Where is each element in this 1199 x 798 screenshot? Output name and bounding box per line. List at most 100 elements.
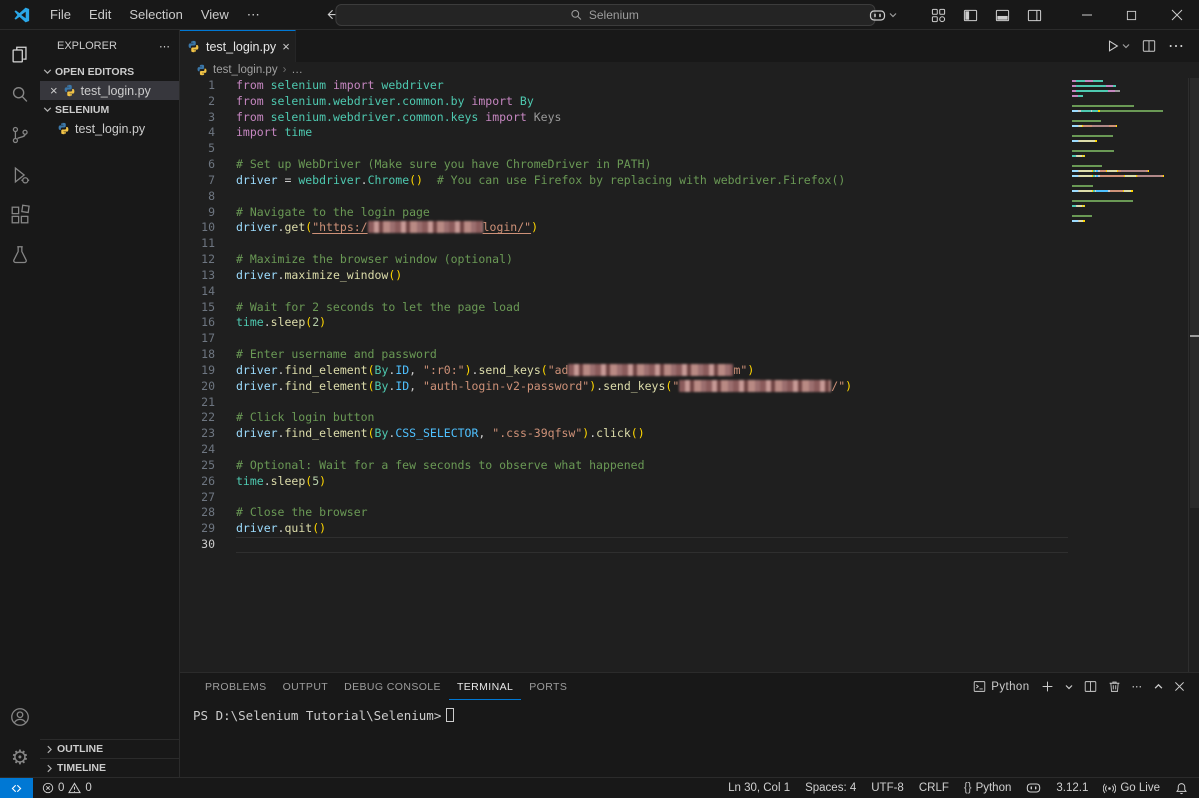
- code-line[interactable]: # Optional: Wait for a few seconds to ob…: [236, 458, 1068, 474]
- panel-tab-ports[interactable]: PORTS: [521, 673, 575, 700]
- code-content[interactable]: from selenium import webdriverfrom selen…: [236, 78, 1068, 672]
- search-icon[interactable]: [0, 75, 40, 115]
- customize-layout-icon[interactable]: [931, 8, 946, 23]
- copilot-status[interactable]: [1026, 782, 1041, 794]
- menu-overflow[interactable]: ⋯: [238, 7, 270, 23]
- code-line[interactable]: [236, 442, 1068, 458]
- folder-section[interactable]: SELENIUM: [40, 100, 179, 119]
- new-terminal-icon[interactable]: [1041, 680, 1054, 693]
- command-center-search[interactable]: Selenium: [335, 4, 875, 26]
- split-editor-icon[interactable]: [1142, 39, 1156, 53]
- problems-status[interactable]: 0 0: [33, 782, 92, 794]
- remote-indicator[interactable]: [0, 778, 33, 798]
- menu-view[interactable]: View: [192, 0, 238, 30]
- breadcrumb[interactable]: test_login.py › …: [180, 62, 1199, 78]
- maximize-button[interactable]: [1109, 0, 1154, 30]
- breadcrumb-separator: ›: [283, 64, 287, 76]
- kill-terminal-icon[interactable]: [1108, 680, 1121, 693]
- code-line[interactable]: driver.maximize_window(): [236, 268, 1068, 284]
- toggle-secondary-sidebar-icon[interactable]: [1027, 8, 1042, 23]
- code-editor[interactable]: 1234567891011121314151617181920212223242…: [180, 78, 1199, 672]
- maximize-panel-icon[interactable]: [1154, 683, 1163, 690]
- split-terminal-icon[interactable]: [1084, 680, 1097, 693]
- terminal-output[interactable]: PS D:\Selenium Tutorial\Selenium>: [180, 700, 1199, 723]
- code-line[interactable]: import time: [236, 125, 1068, 141]
- panel-tab-debug-console[interactable]: DEBUG CONSOLE: [336, 673, 449, 700]
- minimap[interactable]: [1068, 78, 1188, 672]
- extensions-icon[interactable]: [0, 195, 40, 235]
- code-line[interactable]: driver.find_element(By.ID, "auth-login-v…: [236, 379, 1068, 395]
- code-line[interactable]: [236, 331, 1068, 347]
- breadcrumb-file[interactable]: test_login.py: [213, 64, 278, 76]
- code-line[interactable]: [236, 395, 1068, 411]
- breadcrumb-tail[interactable]: …: [291, 64, 303, 76]
- menu-selection[interactable]: Selection: [120, 0, 191, 30]
- code-line[interactable]: [236, 537, 1068, 553]
- code-line[interactable]: [236, 236, 1068, 252]
- code-line[interactable]: time.sleep(5): [236, 474, 1068, 490]
- code-line[interactable]: [236, 490, 1068, 506]
- source-control-icon[interactable]: [0, 115, 40, 155]
- scrollbar[interactable]: [1188, 78, 1199, 672]
- run-and-debug-icon[interactable]: [0, 155, 40, 195]
- open-editors-section[interactable]: OPEN EDITORS: [40, 62, 179, 81]
- code-line[interactable]: # Enter username and password: [236, 347, 1068, 363]
- explorer-icon[interactable]: [0, 35, 40, 75]
- settings-gear-icon[interactable]: ⚙: [0, 737, 40, 777]
- code-line[interactable]: [236, 189, 1068, 205]
- code-line[interactable]: time.sleep(2): [236, 315, 1068, 331]
- more-actions-icon[interactable]: ⋯: [1168, 36, 1185, 56]
- open-editor-item[interactable]: × test_login.py: [40, 81, 179, 100]
- sidebar-more-actions[interactable]: ⋯: [159, 40, 171, 53]
- panel-tab-problems[interactable]: PROBLEMS: [197, 673, 275, 700]
- encoding-status[interactable]: UTF-8: [871, 782, 904, 794]
- more-icon[interactable]: ⋯: [1132, 681, 1144, 693]
- toggle-panel-icon[interactable]: [995, 8, 1010, 23]
- run-button[interactable]: [1106, 39, 1130, 53]
- code-line[interactable]: # Set up WebDriver (Make sure you have C…: [236, 157, 1068, 173]
- toggle-sidebar-icon[interactable]: [963, 8, 978, 23]
- account-icon[interactable]: [0, 697, 40, 737]
- code-line[interactable]: # Click login button: [236, 410, 1068, 426]
- code-line[interactable]: # Maximize the browser window (optional): [236, 252, 1068, 268]
- file-item[interactable]: test_login.py: [40, 119, 179, 138]
- panel-tab-output[interactable]: OUTPUT: [275, 673, 337, 700]
- scrollbar-slider[interactable]: [1190, 78, 1199, 508]
- close-window-button[interactable]: [1154, 0, 1199, 30]
- cursor-position-status[interactable]: Ln 30, Col 1: [728, 782, 790, 794]
- code-line[interactable]: driver.quit(): [236, 521, 1068, 537]
- python-version-status[interactable]: 3.12.1: [1056, 782, 1088, 794]
- code-line[interactable]: from selenium.webdriver.common.by import…: [236, 94, 1068, 110]
- code-line[interactable]: [236, 141, 1068, 157]
- code-line[interactable]: [236, 284, 1068, 300]
- menu-edit[interactable]: Edit: [80, 0, 120, 30]
- minimize-button[interactable]: [1064, 0, 1109, 30]
- tab-test-login[interactable]: test_login.py ×: [180, 30, 296, 62]
- testing-icon[interactable]: [0, 235, 40, 275]
- code-line[interactable]: # Close the browser: [236, 505, 1068, 521]
- bell-icon[interactable]: [1175, 782, 1188, 795]
- code-line[interactable]: driver = webdriver.Chrome() # You can us…: [236, 173, 1068, 189]
- indentation-status[interactable]: Spaces: 4: [805, 782, 856, 794]
- code-line[interactable]: driver.find_element(By.CSS_SELECTOR, ".c…: [236, 426, 1068, 442]
- outline-section[interactable]: OUTLINE: [40, 739, 179, 758]
- terminal-profile[interactable]: Python: [973, 680, 1029, 693]
- language-status[interactable]: {} Python: [964, 782, 1012, 794]
- panel-tab-terminal[interactable]: TERMINAL: [449, 673, 521, 700]
- code-line[interactable]: driver.get("https:/login/"): [236, 220, 1068, 236]
- close-icon[interactable]: ×: [50, 83, 58, 98]
- code-line[interactable]: driver.find_element(By.ID, ":r0:").send_…: [236, 363, 1068, 379]
- close-panel-icon[interactable]: [1174, 681, 1185, 692]
- code-line[interactable]: # Wait for 2 seconds to let the page loa…: [236, 300, 1068, 316]
- code-line[interactable]: from selenium.webdriver.common.keys impo…: [236, 110, 1068, 126]
- go-live-status[interactable]: Go Live: [1103, 782, 1160, 795]
- code-line[interactable]: # Navigate to the login page: [236, 205, 1068, 221]
- terminal-dropdown-icon[interactable]: [1065, 684, 1073, 690]
- python-icon: [187, 40, 200, 53]
- eol-status[interactable]: CRLF: [919, 782, 949, 794]
- code-line[interactable]: from selenium import webdriver: [236, 78, 1068, 94]
- timeline-section[interactable]: TIMELINE: [40, 758, 179, 777]
- close-icon[interactable]: ×: [282, 39, 290, 54]
- menu-file[interactable]: File: [41, 0, 80, 30]
- copilot-menu[interactable]: [869, 9, 897, 22]
